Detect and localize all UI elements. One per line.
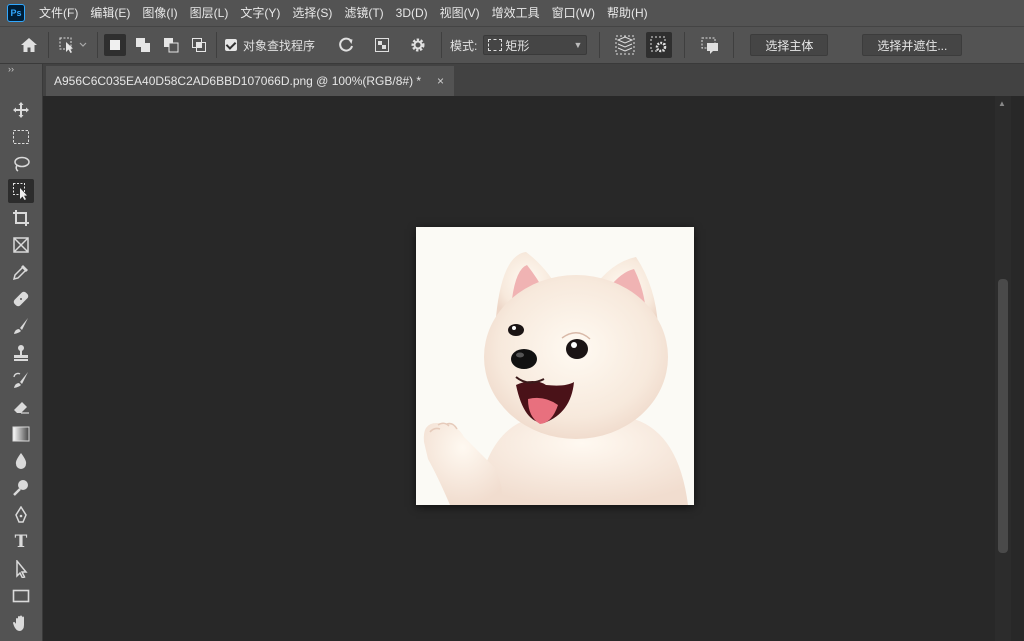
- separator: [216, 32, 217, 58]
- move-tool-icon[interactable]: [8, 98, 34, 122]
- separator: [733, 32, 735, 58]
- select-subject-button[interactable]: 选择主体: [750, 34, 829, 56]
- marquee-tool-icon[interactable]: [8, 125, 34, 149]
- show-all-objects-icon[interactable]: [369, 32, 395, 58]
- tools-panel: ›› T: [0, 64, 43, 641]
- menu-edit[interactable]: 编辑(E): [84, 0, 136, 26]
- menu-select[interactable]: 选择(S): [286, 0, 338, 26]
- separator: [684, 32, 686, 58]
- gradient-tool-icon[interactable]: [8, 422, 34, 446]
- eraser-tool-icon[interactable]: [8, 395, 34, 419]
- scroll-up-icon[interactable]: ▲: [998, 99, 1006, 108]
- right-edge: [1011, 96, 1024, 641]
- lasso-tool-icon[interactable]: [8, 152, 34, 176]
- healing-brush-tool-icon[interactable]: [8, 287, 34, 311]
- type-tool-icon[interactable]: T: [8, 530, 34, 554]
- pen-tool-icon[interactable]: [8, 503, 34, 527]
- mode-value: 矩形: [505, 38, 530, 53]
- frame-tool-icon[interactable]: [8, 233, 34, 257]
- menu-plugins[interactable]: 增效工具: [486, 0, 546, 26]
- eyedropper-tool-icon[interactable]: [8, 260, 34, 284]
- separator: [599, 32, 601, 58]
- object-finder-checkbox[interactable]: [225, 39, 237, 51]
- comment-icon[interactable]: [697, 32, 723, 58]
- clone-stamp-tool-icon[interactable]: [8, 341, 34, 365]
- blur-tool-icon[interactable]: [8, 449, 34, 473]
- menu-bar: Ps 文件(F) 编辑(E) 图像(I) 图层(L) 文字(Y) 选择(S) 滤…: [0, 0, 1024, 26]
- add-to-selection-icon[interactable]: [132, 34, 154, 56]
- photoshop-logo-icon: Ps: [7, 4, 25, 22]
- document-tab[interactable]: A956C6C035EA40D58C2AD6BBD107066D.png @ 1…: [46, 66, 454, 96]
- menu-type[interactable]: 文字(Y): [234, 0, 286, 26]
- new-selection-icon[interactable]: [104, 34, 126, 56]
- crop-tool-icon[interactable]: [8, 206, 34, 230]
- puppy-illustration: [416, 227, 694, 505]
- object-finder-label: 对象查找程序: [243, 38, 316, 53]
- select-and-mask-button[interactable]: 选择并遮住...: [862, 34, 963, 56]
- rectangle-mode-icon: [488, 39, 503, 51]
- menu-view[interactable]: 视图(V): [434, 0, 486, 26]
- history-brush-tool-icon[interactable]: [8, 368, 34, 392]
- mode-label: 模式:: [450, 38, 478, 53]
- menu-window[interactable]: 窗口(W): [546, 0, 601, 26]
- menu-3d[interactable]: 3D(D): [390, 0, 434, 26]
- options-bar: 对象查找程序 模式: 矩形 ▼ 选择主体 选择并遮住...: [0, 26, 1024, 64]
- vertical-scrollbar[interactable]: ▲: [995, 96, 1011, 641]
- collapse-toolbar-icon[interactable]: ››: [0, 64, 42, 76]
- menu-image[interactable]: 图像(I): [136, 0, 183, 26]
- enhance-edge-icon[interactable]: [646, 32, 673, 58]
- menu-filter[interactable]: 滤镜(T): [338, 0, 389, 26]
- brush-tool-icon[interactable]: [8, 314, 34, 338]
- gear-icon[interactable]: [405, 32, 431, 58]
- document-canvas-image[interactable]: [416, 227, 694, 505]
- subtract-from-selection-icon[interactable]: [160, 34, 182, 56]
- path-selection-tool-icon[interactable]: [8, 557, 34, 581]
- menu-help[interactable]: 帮助(H): [601, 0, 654, 26]
- close-icon[interactable]: ×: [437, 74, 444, 88]
- menu-file[interactable]: 文件(F): [33, 0, 84, 26]
- tool-preset-picker-icon[interactable]: [55, 32, 91, 58]
- separator: [97, 32, 98, 58]
- dodge-tool-icon[interactable]: [8, 476, 34, 500]
- scrollbar-thumb[interactable]: [998, 279, 1008, 553]
- document-tab-bar: A956C6C035EA40D58C2AD6BBD107066D.png @ 1…: [43, 64, 1024, 96]
- chevron-down-icon: ▼: [573, 40, 583, 50]
- separator: [48, 32, 49, 58]
- mode-dropdown[interactable]: 矩形 ▼: [483, 35, 588, 55]
- menu-layer[interactable]: 图层(L): [184, 0, 235, 26]
- document-tab-title: A956C6C035EA40D58C2AD6BBD107066D.png @ 1…: [54, 74, 422, 88]
- hand-tool-icon[interactable]: [8, 611, 34, 635]
- home-icon[interactable]: [16, 32, 42, 58]
- separator: [441, 32, 443, 58]
- rectangle-tool-icon[interactable]: [8, 584, 34, 608]
- sample-all-layers-icon[interactable]: [612, 32, 638, 58]
- refresh-icon[interactable]: [333, 32, 359, 58]
- intersect-selection-icon[interactable]: [188, 34, 210, 56]
- object-selection-tool-icon[interactable]: [8, 179, 34, 203]
